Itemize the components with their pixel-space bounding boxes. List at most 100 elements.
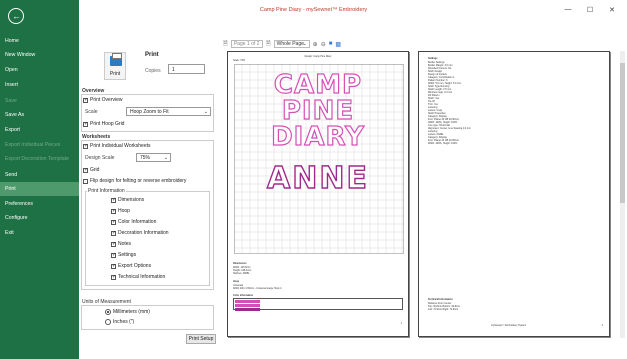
page-setup-icon[interactable]: 🗎 [266,39,271,49]
page-2-footer: mySewnet™ Embroidery System [491,324,527,327]
close-button[interactable]: ✕ [601,6,623,14]
zoom-dropdown[interactable]: Whole Page ⌄ [273,40,310,48]
maximize-button[interactable]: ☐ [579,6,601,14]
print-settings-panel: Print Print Copies 1 Overview Print Over… [79,22,218,359]
sidebar-item-send[interactable]: Send [0,168,79,182]
preview-text-line: Width 240 x 150mm - Universal Large Hoop… [233,287,282,290]
sidebar-item-exit[interactable]: Exit [0,226,79,240]
checkbox-box [111,230,116,236]
printer-icon [110,53,122,66]
preview-scrollbar[interactable] [620,51,625,338]
info-checkbox-notes[interactable]: Notes [111,241,131,247]
grid-label: Grid [90,167,100,173]
grid-checkbox[interactable]: Grid [83,167,99,173]
dimension-lines: Width: 145.9mm Height: 168.4mm Stitches: 3… [233,266,251,275]
print-individual-label: Print Individual Worksheets [90,143,151,149]
copies-input[interactable]: 1 [168,64,205,74]
zoom-out-icon[interactable]: ⊖ [321,41,326,48]
preview-text-line: Left: 72.9mm Right: 72.9mm [428,308,459,311]
info-checkbox-settings[interactable]: Settings [111,252,136,258]
checkbox-box [111,274,116,280]
info-checkbox-label: Export Options [118,263,152,269]
unit-radio-1[interactable]: Inches (") [105,319,134,325]
color-swatch [235,300,260,303]
page-1-scale: Scale: 75% [233,59,246,62]
sidebar-item-export-decoration-template[interactable]: Export Decoration Template [0,152,79,166]
sidebar-item-print[interactable]: Print [0,182,79,196]
checkbox-box [111,263,116,269]
sidebar-item-save[interactable]: Save [0,94,79,108]
info-checkbox-label: Hoop [118,208,130,214]
print-hoop-grid-checkbox[interactable]: Print Hoop Grid [83,121,124,127]
print-overview-checkbox[interactable]: Print Overview [83,97,123,103]
sidebar-item-open[interactable]: Open [0,63,79,77]
sidebar-item-home[interactable]: Home [0,34,79,48]
print-heading: Print [145,52,159,58]
print-setup-button[interactable]: Print Setup [186,334,216,344]
scale-label: Scale [85,109,98,115]
sidebar-item-insert[interactable]: Insert [0,78,79,92]
preview-text-line: Width: 100%, Height: 100% [428,142,458,145]
page-icon[interactable]: 🗎 [223,39,228,49]
chevron-down-icon: ⌄ [302,41,307,47]
page-1-number: 1 [400,322,402,325]
preview-page-1: Design: Camp Pine Diary Scale: 75% CAMP … [227,51,409,337]
preview-canvas: Design: Camp Pine Diary Scale: 75% CAMP … [226,51,616,338]
print-button[interactable]: Print [104,52,126,80]
sidebar-item-export[interactable]: Export [0,123,79,137]
page-field[interactable]: Page 1 of 2 [230,40,263,48]
scale-value: Hoop Zoom to Fit [130,109,169,115]
unit-radio-0[interactable]: Millimeters (mm) [105,309,150,315]
info-checkbox-hoop[interactable]: Hoop [111,208,130,214]
sidebar-item-export-individual-pieces[interactable]: Export Individual Pieces [0,138,79,152]
flip-design-label: Flip design for felting or reverse embro… [90,178,187,184]
info-checkbox-label: Technical Information [118,274,166,280]
checkbox-box [111,197,116,203]
radio-circle [105,319,111,325]
preview-page-2: Settings Border Settings Border Margin: 3… [418,51,610,337]
color-table [233,298,403,311]
checkbox-box [111,241,116,247]
zoom-value: Whole Page [276,41,304,47]
window-title: Camp Pine Diary - mySewnet™ Embroidery [259,7,368,13]
unit-radio-label: Inches (") [113,319,135,325]
info-checkbox-technical-information[interactable]: Technical Information [111,274,165,280]
settings-lines: Border Settings Border Margin: 3.0 mm Roun… [428,61,471,145]
info-checkbox-color-information[interactable]: Color Information [111,219,156,225]
print-information-title: Print Information [87,188,126,194]
print-individual-checkbox[interactable]: Print Individual Worksheets [83,143,151,149]
color-swatch [235,308,260,311]
design-word-pine: PINE [281,96,355,126]
scrollbar-thumb[interactable] [620,63,625,203]
sidebar-item-configure[interactable]: Configure [0,211,79,225]
design-scale-label: Design Scale [85,155,115,161]
dimensions-title: Dimensions [233,262,247,265]
info-checkbox-label: Dimensions [118,197,145,203]
sidebar-item-new-window[interactable]: New Window [0,48,79,62]
info-checkbox-label: Settings [118,252,137,258]
one-page-icon[interactable]: ■ [329,41,333,47]
hoop-lines: Universal Width 240 x 150mm - Universal L… [233,284,282,290]
design-scale-dropdown[interactable]: 75% ⌄ [136,153,171,162]
info-checkbox-label: Notes [118,241,132,247]
two-page-icon[interactable]: ▩ [335,41,341,48]
zoom-in-icon[interactable]: ⊕ [313,41,318,48]
design-word-camp: CAMP [273,70,363,100]
info-checkbox-dimensions[interactable]: Dimensions [111,197,144,203]
minimize-button[interactable]: — [557,6,579,13]
print-preview-area: 🗎 Page 1 of 2 🗎 Whole Page ⌄ ⊕ ⊖ ■ ▩ Des… [218,22,627,359]
sidebar-item-preferences[interactable]: Preferences [0,197,79,211]
sidebar-item-save-as[interactable]: Save As [0,108,79,122]
chevron-down-icon: ⌄ [163,155,168,161]
checkbox-box [83,143,88,149]
checkbox-box [83,167,88,173]
technical-info-lines: Distance From Center Top: 40.8mm Bottom: … [428,302,460,311]
back-arrow-icon[interactable]: ← [8,8,24,24]
flip-design-checkbox[interactable]: Flip design for felting or reverse embro… [83,178,186,184]
info-checkbox-export-options[interactable]: Export Options [111,263,151,269]
info-checkbox-decoration-information[interactable]: Decoration Information [111,230,169,236]
scale-dropdown[interactable]: Hoop Zoom to Fit ⌄ [126,107,211,116]
print-hoop-grid-label: Print Hoop Grid [90,121,125,127]
info-checkbox-label: Decoration Information [118,230,169,236]
design-word-anne: ANNE [266,161,369,196]
